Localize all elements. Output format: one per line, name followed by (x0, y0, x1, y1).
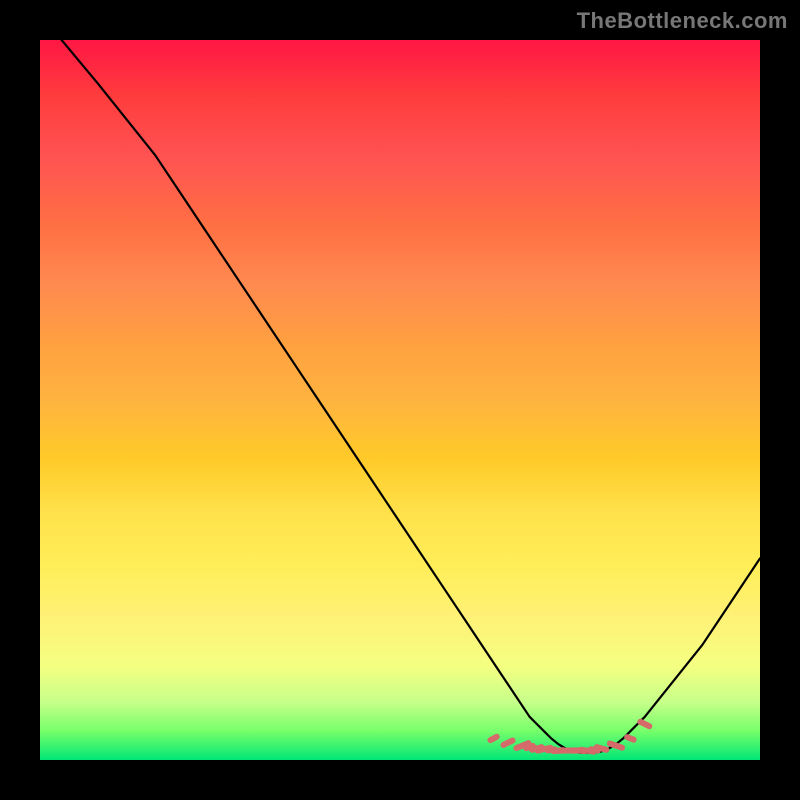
watermark-text: TheBottleneck.com (577, 8, 788, 34)
marker-dash (627, 737, 633, 740)
bottom-markers (491, 722, 650, 752)
marker-dash (597, 747, 607, 750)
marker-dash (504, 741, 513, 745)
plot-area (40, 40, 760, 760)
marker-dash (491, 737, 497, 740)
marker-dash (640, 722, 649, 726)
chart-frame: TheBottleneck.com (0, 0, 800, 800)
bottleneck-curve (62, 40, 760, 753)
curve-layer (40, 40, 760, 760)
marker-dash (610, 744, 622, 748)
